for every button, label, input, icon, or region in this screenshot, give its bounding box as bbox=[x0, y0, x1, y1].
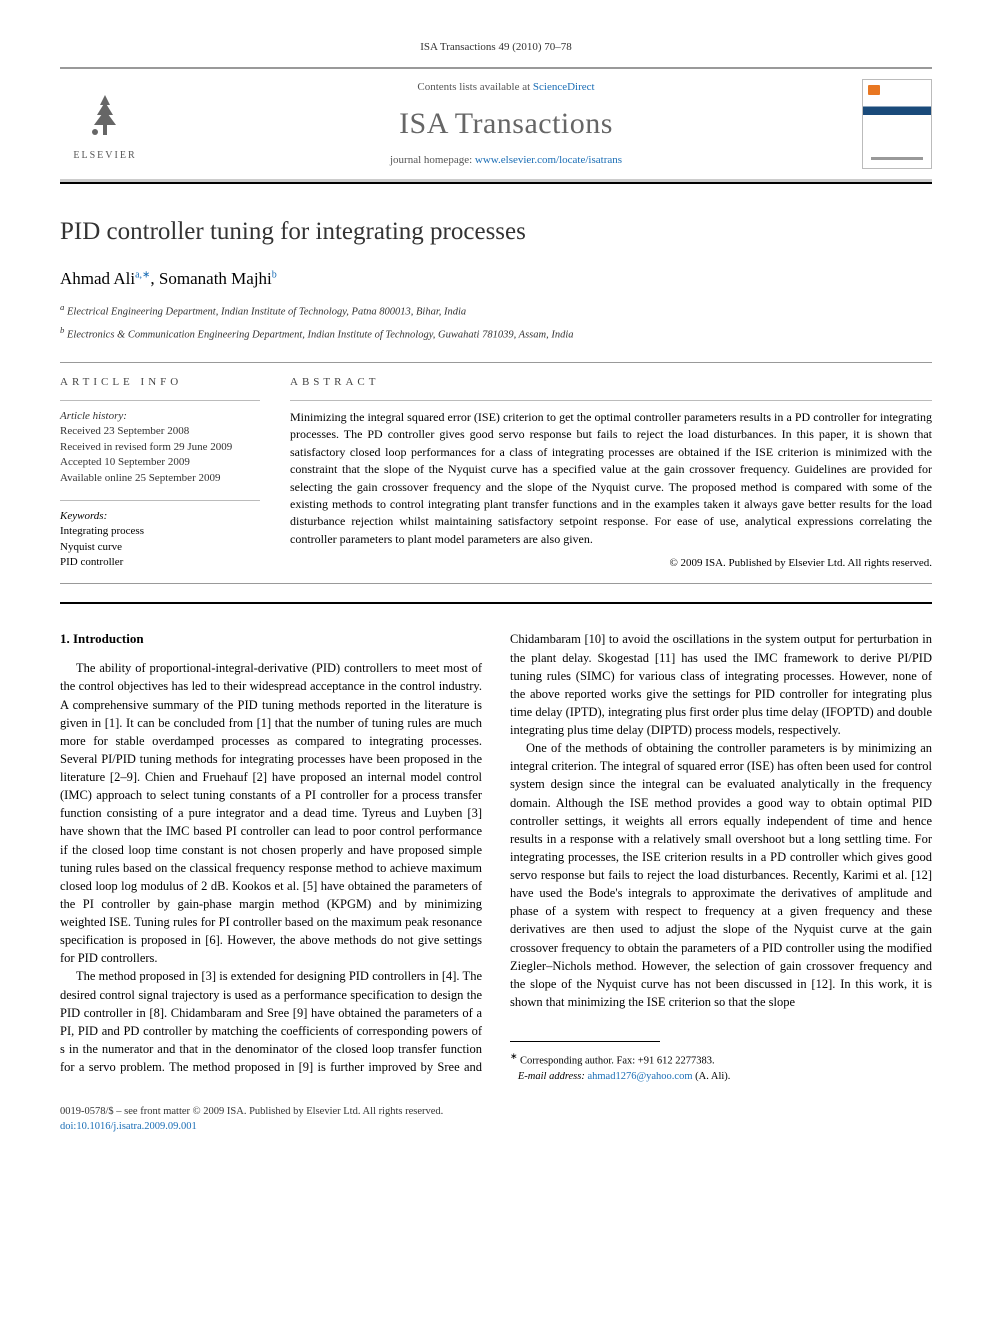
copyright-line: © 2009 ISA. Published by Elsevier Ltd. A… bbox=[290, 556, 932, 571]
received-date: Received 23 September 2008 bbox=[60, 425, 189, 437]
article-title: PID controller tuning for integrating pr… bbox=[60, 214, 932, 249]
abstract-column: ABSTRACT Minimizing the integral squared… bbox=[290, 363, 932, 584]
email-link[interactable]: ahmad1276@yahoo.com bbox=[587, 1071, 692, 1082]
front-matter-line: 0019-0578/$ – see front matter © 2009 IS… bbox=[60, 1105, 443, 1134]
body-paragraph: The ability of proportional-integral-der… bbox=[60, 659, 482, 967]
affiliation-a: a Electrical Engineering Department, Ind… bbox=[60, 301, 932, 320]
section-heading: 1. Introduction bbox=[60, 630, 482, 649]
header-citation: ISA Transactions 49 (2010) 70–78 bbox=[60, 40, 932, 55]
revised-date: Received in revised form 29 June 2009 bbox=[60, 441, 232, 453]
article-info-column: ARTICLE INFO Article history: Received 2… bbox=[60, 363, 260, 584]
publisher-label: ELSEVIER bbox=[73, 149, 136, 163]
homepage-line: journal homepage: www.elsevier.com/locat… bbox=[390, 153, 622, 168]
sciencedirect-link[interactable]: ScienceDirect bbox=[533, 81, 595, 93]
article-info-label: ARTICLE INFO bbox=[60, 375, 260, 390]
keyword: Integrating process bbox=[60, 525, 144, 537]
corresponding-author: ∗ Corresponding author. Fax: +91 612 227… bbox=[510, 1050, 932, 1085]
journal-cover-thumbnail bbox=[862, 79, 932, 169]
affiliation-b: b Electronics & Communication Engineerin… bbox=[60, 324, 932, 343]
contents-line: Contents lists available at ScienceDirec… bbox=[417, 80, 594, 95]
journal-name: ISA Transactions bbox=[399, 103, 613, 145]
journal-banner: ELSEVIER Contents lists available at Sci… bbox=[60, 69, 932, 182]
elsevier-tree-icon bbox=[75, 85, 135, 145]
accepted-date: Accepted 10 September 2009 bbox=[60, 456, 190, 468]
keyword: Nyquist curve bbox=[60, 541, 122, 553]
author2-sup: b bbox=[272, 270, 277, 281]
author1-sup: a,∗ bbox=[135, 270, 150, 281]
abstract-label: ABSTRACT bbox=[290, 375, 932, 390]
doi-link[interactable]: doi:10.1016/j.isatra.2009.09.001 bbox=[60, 1121, 197, 1132]
body-paragraph: One of the methods of obtaining the cont… bbox=[510, 739, 932, 1011]
authors: Ahmad Alia,∗, Somanath Majhib bbox=[60, 267, 932, 291]
article-body: 1. Introduction The ability of proportio… bbox=[60, 630, 932, 1085]
homepage-link[interactable]: www.elsevier.com/locate/isatrans bbox=[475, 154, 622, 166]
keyword: PID controller bbox=[60, 556, 123, 568]
online-date: Available online 25 September 2009 bbox=[60, 472, 220, 484]
abstract-text: Minimizing the integral squared error (I… bbox=[290, 400, 932, 548]
